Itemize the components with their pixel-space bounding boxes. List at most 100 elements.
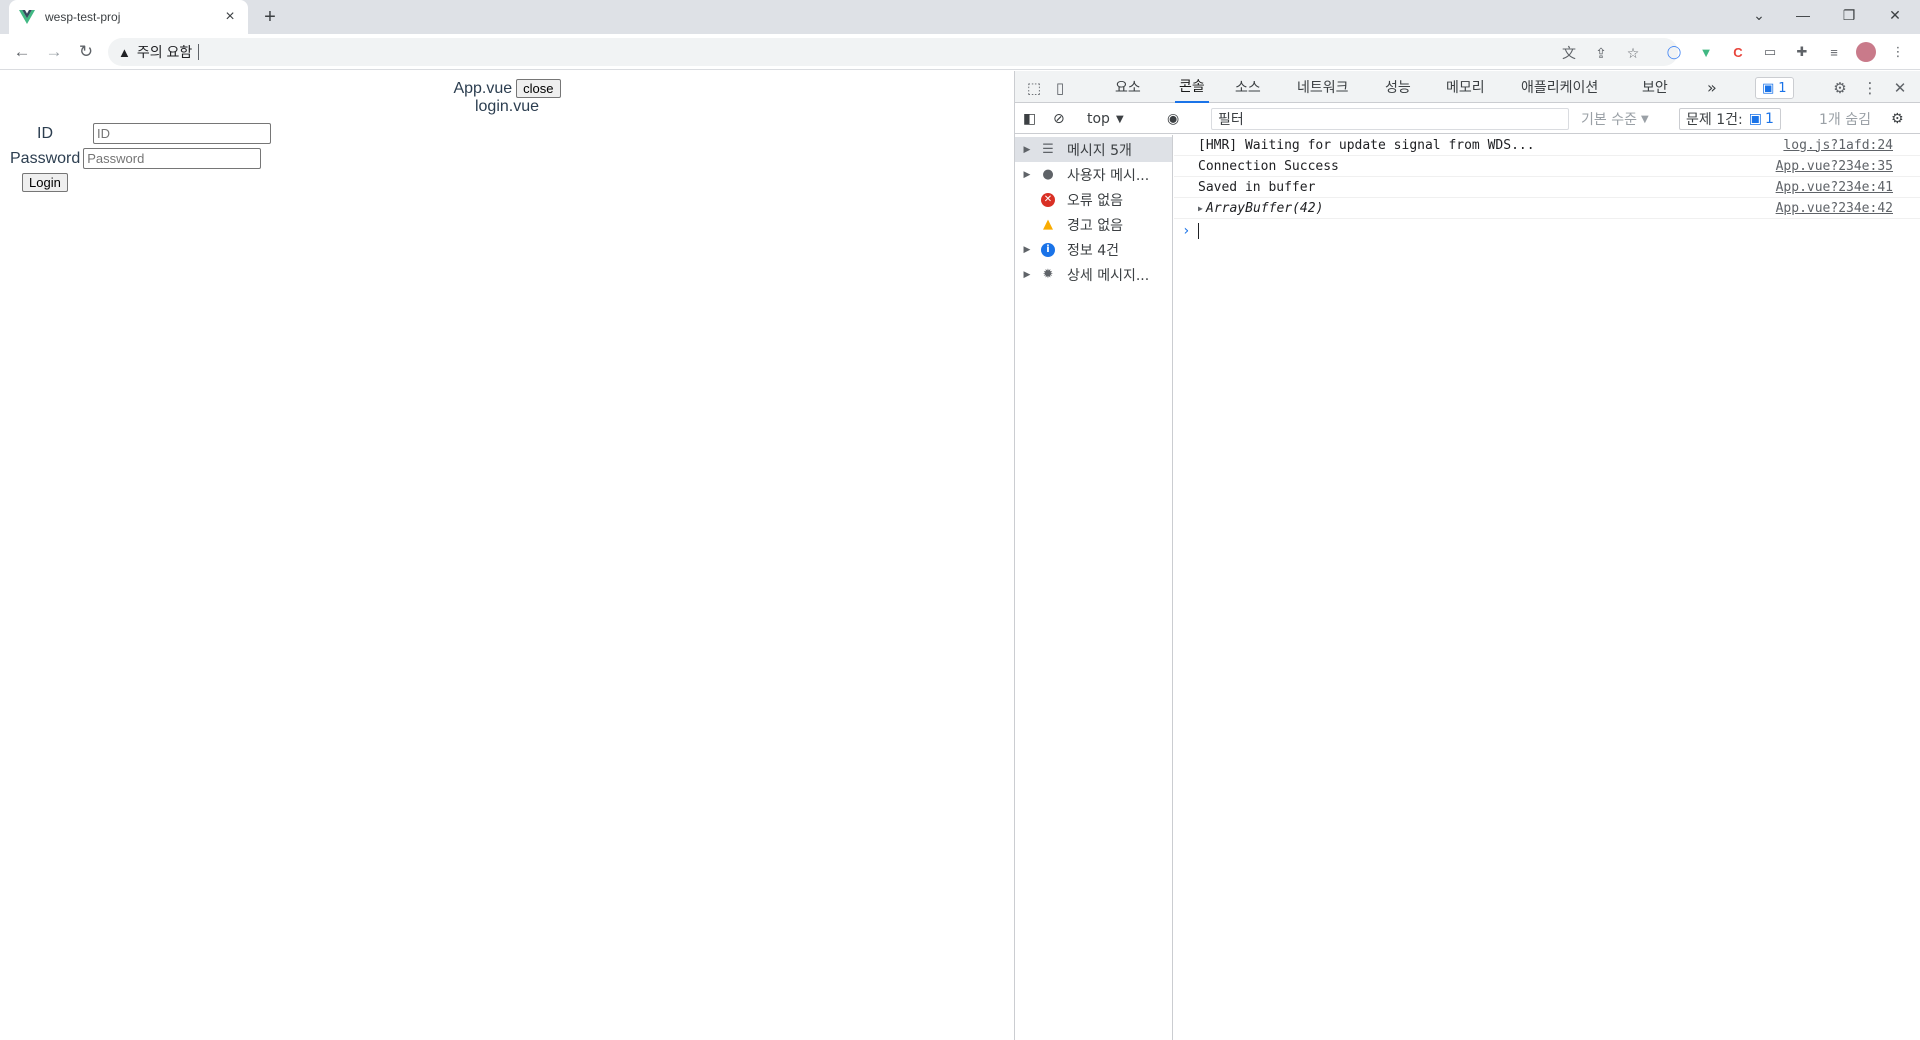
log-row: [HMR] Waiting for update signal from WDS… [1174, 135, 1920, 156]
text-caret [1198, 223, 1200, 239]
devtools-menu-icon[interactable]: ⋮ [1859, 77, 1881, 99]
translate-icon[interactable]: 文 [1560, 44, 1578, 62]
sidebar-item-label: 정보 4건 [1067, 242, 1119, 259]
login-form: ID ID Password Password Login [10, 121, 271, 192]
app-header: App.vue close login.vue [0, 79, 1014, 116]
back-icon[interactable]: ← [8, 38, 36, 66]
security-warning-text: 주의 요함 [136, 44, 193, 60]
sidebar-item-errors[interactable]: ✕ 오류 없음 [1015, 187, 1172, 212]
id-input[interactable]: ID [93, 123, 271, 144]
tab-memory[interactable]: 메모리 [1446, 71, 1485, 103]
tab-performance[interactable]: 성능 [1385, 71, 1411, 103]
issues-count: 1 [1764, 111, 1774, 127]
close-button[interactable]: close [516, 79, 561, 98]
issues-badge-count: 1 [1778, 80, 1787, 96]
cast-icon[interactable]: ▭ [1760, 42, 1780, 62]
share-icon[interactable]: ⇪ [1592, 44, 1610, 62]
console-sidebar: ▶ ☰ 메시지 5개 ▶ ● 사용자 메시... ✕ 오류 없음 ▲ 경고 없음… [1015, 135, 1173, 1040]
more-tabs-icon[interactable]: » [1707, 71, 1717, 103]
filter-input[interactable]: 필터 [1211, 108, 1569, 130]
log-message: [HMR] Waiting for update signal from WDS… [1198, 137, 1535, 153]
address-bar[interactable]: ▲ 주의 요함 文 ⇪ ☆ [108, 38, 1678, 66]
prompt-chevron-icon: › [1182, 223, 1191, 239]
dropdown-arrow-icon: ▼ [1115, 113, 1124, 125]
level-dropdown-icon: ▼ [1640, 113, 1649, 125]
reload-icon[interactable]: ↻ [72, 38, 100, 66]
user-icon: ● [1042, 167, 1054, 182]
context-selector[interactable]: top ▼ [1087, 108, 1124, 130]
tab-application[interactable]: 애플리케이션 [1521, 71, 1598, 103]
sidebar-item-label: 메시지 5개 [1067, 142, 1132, 159]
log-object[interactable]: ArrayBuffer(42) [1206, 201, 1323, 216]
window-close-icon[interactable]: ✕ [1872, 0, 1918, 30]
bookmark-star-icon[interactable]: ☆ [1624, 44, 1642, 62]
log-source-link[interactable]: App.vue?234e:42 [1776, 201, 1893, 216]
sidebar-item-info[interactable]: ▶ i 정보 4건 [1015, 237, 1172, 262]
inspect-element-icon[interactable]: ⬚ [1023, 77, 1045, 99]
device-toolbar-icon[interactable]: ▯ [1049, 77, 1071, 99]
log-level-label: 기본 수준 [1581, 112, 1637, 128]
issues-label: 문제 1건: [1686, 112, 1743, 128]
tab-close-icon[interactable]: × [222, 9, 238, 25]
sidebar-item-user-messages[interactable]: ▶ ● 사용자 메시... [1015, 162, 1172, 187]
vue-favicon-icon [19, 9, 35, 25]
vue-devtools-icon[interactable]: ▼ [1696, 42, 1716, 62]
extensions-puzzle-icon[interactable]: ✚ [1792, 42, 1812, 62]
warning-icon: ▲ [1043, 217, 1053, 232]
restore-icon[interactable]: ❐ [1826, 0, 1872, 30]
log-source-link[interactable]: log.js?1afd:24 [1783, 138, 1893, 153]
login-button[interactable]: Login [22, 173, 68, 192]
console-settings-icon[interactable]: ⚙ [1891, 108, 1904, 130]
reading-list-icon[interactable]: ≡ [1824, 42, 1844, 62]
devtools-panel: ⬚ ▯ 요소 콘솔 소스 네트워크 성능 메모리 애플리케이션 보안 » ▣ 1… [1014, 71, 1920, 1040]
app-title: App.vue [453, 79, 513, 97]
devtools-close-icon[interactable]: ✕ [1889, 77, 1911, 99]
tab-search-icon[interactable]: ⌄ [1736, 0, 1782, 30]
profile-avatar-icon[interactable] [1856, 42, 1876, 62]
expand-arrow-icon: ▶ [1023, 269, 1031, 280]
sidebar-item-messages[interactable]: ▶ ☰ 메시지 5개 [1015, 137, 1172, 162]
console-filterbar: ◧ ⊘ top ▼ ◉ 필터 기본 수준 ▼ 문제 1건: ▣ 1 1개 숨김 … [1015, 104, 1920, 134]
sidebar-toggle-icon[interactable]: ◧ [1023, 108, 1036, 130]
new-tab-button[interactable]: + [258, 5, 282, 29]
log-row: Connection Success App.vue?234e:35 [1174, 156, 1920, 177]
list-icon: ☰ [1042, 142, 1054, 157]
tab-sources[interactable]: 소스 [1235, 71, 1261, 103]
live-expression-eye-icon[interactable]: ◉ [1167, 108, 1179, 130]
tab-security[interactable]: 보안 [1642, 71, 1668, 103]
chrome-extension-icon[interactable]: ◯ [1664, 42, 1684, 62]
settings-gear-icon[interactable]: ⚙ [1829, 77, 1851, 99]
issues-badge[interactable]: ▣ 1 [1755, 77, 1794, 99]
sidebar-item-warnings[interactable]: ▲ 경고 없음 [1015, 212, 1172, 237]
sidebar-item-label: 경고 없음 [1067, 217, 1123, 234]
log-level-selector[interactable]: 기본 수준 ▼ [1581, 108, 1649, 130]
password-input[interactable]: Password [83, 148, 262, 169]
browser-tab[interactable]: wesp-test-proj × [9, 0, 248, 34]
forward-icon[interactable]: → [40, 38, 68, 66]
sidebar-item-label: 사용자 메시... [1067, 167, 1150, 184]
url-separator [198, 44, 200, 60]
console-output: [HMR] Waiting for update signal from WDS… [1174, 135, 1920, 1040]
context-label: top [1087, 111, 1110, 127]
log-row[interactable]: ▶ ArrayBuffer(42) App.vue?234e:42 [1174, 198, 1920, 219]
tab-title: wesp-test-proj [45, 10, 121, 24]
minimize-icon[interactable]: — [1780, 0, 1826, 30]
tab-console[interactable]: 콘솔 [1175, 71, 1209, 103]
expand-object-icon[interactable]: ▶ [1198, 204, 1203, 213]
clear-console-icon[interactable]: ⊘ [1053, 108, 1065, 130]
log-source-link[interactable]: App.vue?234e:35 [1776, 159, 1893, 174]
console-prompt[interactable]: › [1174, 221, 1200, 241]
sidebar-item-label: 상세 메시지... [1067, 267, 1150, 284]
log-message: Saved in buffer [1198, 179, 1316, 195]
issue-message-icon: ▣ [1748, 111, 1762, 127]
issues-button[interactable]: 문제 1건: ▣ 1 [1679, 108, 1781, 130]
expand-arrow-icon: ▶ [1023, 169, 1031, 180]
tab-network[interactable]: 네트워크 [1297, 71, 1349, 103]
extension-c-icon[interactable]: C [1728, 42, 1748, 62]
sidebar-item-verbose[interactable]: ▶ ✹ 상세 메시지... [1015, 262, 1172, 287]
password-row: Password Password [10, 146, 271, 171]
log-source-link[interactable]: App.vue?234e:41 [1776, 180, 1893, 195]
log-message: Connection Success [1198, 158, 1339, 174]
menu-kebab-icon[interactable]: ⋮ [1888, 42, 1908, 62]
tab-elements[interactable]: 요소 [1115, 71, 1141, 103]
